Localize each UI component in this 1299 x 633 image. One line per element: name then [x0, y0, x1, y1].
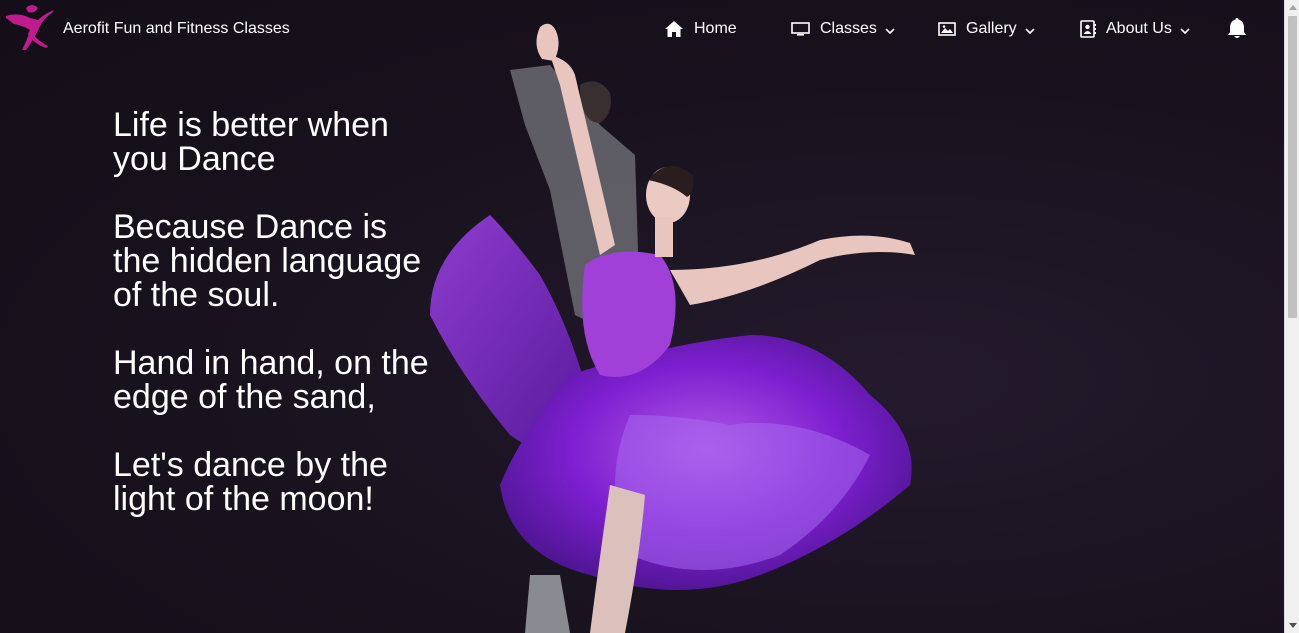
scroll-up-arrow-icon[interactable]: [1285, 0, 1299, 15]
nav-classes-label: Classes: [820, 20, 877, 37]
scroll-down-arrow-icon[interactable]: [1285, 618, 1299, 633]
chevron-down-icon: [1180, 27, 1190, 35]
chevron-down-icon: [885, 27, 895, 35]
nav-about-us-label: About Us: [1106, 20, 1172, 37]
nav-home[interactable]: Home: [664, 17, 737, 41]
quote-stanza: Because Dance is the hidden language of …: [113, 208, 422, 314]
home-icon: [664, 20, 684, 38]
quote-stanza: Hand in hand, on the edge of the sand,: [113, 344, 429, 416]
nav-gallery-label: Gallery: [966, 20, 1017, 37]
vertical-scrollbar[interactable]: [1284, 0, 1299, 633]
nav-home-label: Home: [694, 20, 737, 37]
dancer-illustration: [430, 23, 915, 633]
quote-stanza: Life is better when you Dance: [113, 106, 389, 178]
contact-book-icon: [1080, 20, 1096, 38]
scrollbar-thumb[interactable]: [1288, 16, 1297, 318]
nav-about-us[interactable]: About Us: [1080, 17, 1190, 41]
navbar: Aerofit Fun and Fitness Classes Home Cla…: [0, 0, 1284, 58]
nav-classes[interactable]: Classes: [791, 17, 895, 41]
brand-name[interactable]: Aerofit Fun and Fitness Classes: [63, 20, 290, 38]
page: Aerofit Fun and Fitness Classes Home Cla…: [0, 0, 1284, 633]
bell-icon[interactable]: [1225, 16, 1249, 40]
chevron-down-icon: [1025, 27, 1035, 35]
dancer-logo-icon: [6, 5, 54, 50]
brand[interactable]: Aerofit Fun and Fitness Classes: [4, 2, 290, 54]
nav-gallery[interactable]: Gallery: [938, 17, 1035, 41]
monitor-icon: [791, 21, 810, 37]
hero-quote: Life is better when you Dance Because Da…: [113, 108, 433, 550]
image-icon: [938, 21, 956, 37]
quote-stanza: Let's dance by the light of the moon!: [113, 446, 388, 518]
